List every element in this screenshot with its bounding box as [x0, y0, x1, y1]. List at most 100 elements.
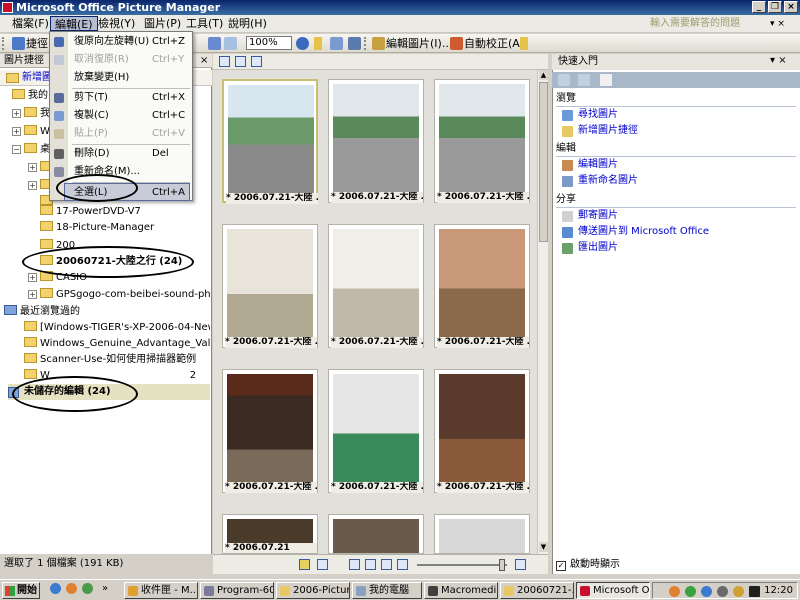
menu-item-rename[interactable]: 重新命名(M)...: [50, 163, 192, 181]
expand-icon[interactable]: +: [12, 109, 21, 118]
tray-icon[interactable]: [701, 586, 712, 597]
toolbar-options-icon[interactable]: [314, 37, 322, 50]
add-shortcut-link[interactable]: 新增圖片捷徑: [562, 124, 638, 138]
filmstrip-view-icon[interactable]: [235, 56, 246, 67]
thumbnail[interactable]: * 2006.07.21-大陸 ...: [222, 79, 318, 204]
auto-correct-button[interactable]: 自動校正(A): [464, 36, 524, 51]
help-question-box[interactable]: 輸入需要解答的問題: [650, 17, 768, 31]
unsaved-edits-item[interactable]: 未儲存的編輯 (24): [8, 384, 210, 400]
menu-tools[interactable]: 工具(T): [182, 16, 227, 31]
zoom-help-icon[interactable]: [296, 37, 309, 50]
thumbnail[interactable]: [434, 514, 530, 554]
menu-picture[interactable]: 圖片(P): [140, 16, 185, 31]
tray-icon[interactable]: [685, 586, 696, 597]
expand-icon[interactable]: +: [28, 181, 37, 190]
menu-edit[interactable]: 編輯(E): [50, 16, 98, 31]
thumbnail-view-icon[interactable]: [219, 56, 230, 67]
ie-icon[interactable]: [50, 583, 61, 594]
email-pictures-link[interactable]: 郵寄圖片: [562, 209, 618, 223]
start-button[interactable]: 開始: [2, 582, 40, 599]
back-icon[interactable]: [558, 74, 570, 86]
menu-item-redo[interactable]: 取消復原(R) Ctrl+Y: [50, 51, 192, 69]
toolbar-grip[interactable]: [2, 37, 7, 50]
tree-item[interactable]: 200: [0, 238, 210, 254]
clock[interactable]: 12:20: [764, 584, 793, 598]
expand-icon[interactable]: +: [28, 163, 37, 172]
zoom-in-icon[interactable]: [515, 559, 526, 570]
tree-item-trip-folder[interactable]: 20060721-大陸之行 (24): [0, 254, 210, 270]
thumbnail[interactable]: * 2006.07.21-大陸 ...: [328, 369, 424, 493]
thumbnail[interactable]: * 2006.07.21-大陸 ...: [328, 79, 424, 203]
task-my-computer[interactable]: 我的電腦: [352, 582, 422, 599]
thumbnail-view-icon[interactable]: [330, 37, 343, 50]
thumbnail[interactable]: * 2006.07.21-大陸 ...: [434, 369, 530, 493]
thumbnail[interactable]: * 2006.07.21-大陸 ...: [434, 224, 530, 348]
zoom-slider[interactable]: [417, 564, 507, 566]
gallery-scrollbar[interactable]: ▲ ▼: [537, 70, 548, 554]
checkbox-checked-icon[interactable]: ✓: [556, 561, 566, 571]
shortcuts-button[interactable]: 捷徑: [26, 36, 48, 51]
zoom-slider-thumb[interactable]: [499, 559, 505, 571]
thumbnail-mode-icon[interactable]: [299, 559, 310, 570]
close-button[interactable]: ×: [784, 1, 798, 13]
tray-icon[interactable]: [717, 586, 728, 597]
forward-icon[interactable]: [578, 74, 590, 86]
tray-icon[interactable]: [749, 586, 760, 597]
recent-item[interactable]: W 2: [0, 368, 210, 384]
zoom-out-icon[interactable]: [397, 559, 408, 570]
send-to-office-link[interactable]: 傳送圖片到 Microsoft Office: [562, 225, 709, 239]
rotate-right-icon[interactable]: [224, 37, 237, 50]
recent-item[interactable]: [Windows-TIGER's-XP-2006-04-New-ISO]: [0, 320, 210, 336]
minimize-button[interactable]: _: [752, 1, 766, 13]
zoom-select[interactable]: 100%: [246, 36, 292, 50]
rename-pictures-link[interactable]: 重新命名圖片: [562, 174, 638, 188]
tree-item-gpsgogo[interactable]: + GPSgogo-com-beibei-sound-php: [0, 287, 210, 303]
edit-pictures-link[interactable]: 編輯圖片: [562, 158, 618, 172]
tree-item-casio[interactable]: + CASIO: [0, 270, 210, 286]
tree-item-picture-manager[interactable]: 18-Picture-Manager: [0, 220, 210, 236]
expand-icon[interactable]: +: [28, 290, 37, 299]
task-inbox[interactable]: 收件匣 - M...: [124, 582, 198, 599]
task-picture-manager[interactable]: Microsoft O...: [576, 582, 650, 599]
restore-button[interactable]: ❐: [768, 1, 782, 13]
scroll-down-icon[interactable]: ▼: [539, 542, 548, 552]
task-2006-pictures[interactable]: 2006-Pictures: [276, 582, 350, 599]
quicklaunch-icon[interactable]: [82, 583, 93, 594]
export-pictures-link[interactable]: 匯出圖片: [562, 241, 618, 255]
task-macromedia[interactable]: Macromedi...: [424, 582, 498, 599]
quicklaunch-icon[interactable]: [66, 583, 77, 594]
keyboard-icon[interactable]: [381, 559, 392, 570]
rotate-left-icon[interactable]: [208, 37, 221, 50]
expand-icon[interactable]: +: [28, 273, 37, 282]
task-pane-options-icon[interactable]: ▾ ×: [770, 55, 787, 66]
home-icon[interactable]: [600, 74, 612, 86]
recent-header[interactable]: 最近瀏覽過的: [0, 304, 210, 320]
menu-item-cut[interactable]: 剪下(T) Ctrl+X: [50, 89, 192, 107]
rotate-icon[interactable]: [365, 559, 376, 570]
task-program[interactable]: Program-60...: [200, 582, 274, 599]
filmstrip-view-icon[interactable]: [348, 37, 361, 50]
pen-icon[interactable]: [349, 559, 360, 570]
thumbnail[interactable]: * 2006.07.21: [222, 514, 318, 554]
thumbnail[interactable]: * 2006.07.21-大陸 ...: [222, 224, 318, 348]
thumbnail[interactable]: * 2006.07.21-大陸 ...: [434, 79, 530, 203]
volume-icon[interactable]: [733, 586, 744, 597]
menu-item-discard[interactable]: 放棄變更(H): [50, 69, 192, 87]
expand-icon[interactable]: +: [12, 127, 21, 136]
menu-item-undo[interactable]: 復原向左旋轉(U) Ctrl+Z: [50, 33, 192, 51]
scroll-thumb[interactable]: [539, 82, 548, 242]
menu-view[interactable]: 檢視(Y): [94, 16, 139, 31]
recent-item[interactable]: Scanner-Use-如何使用掃描器範例: [0, 352, 210, 368]
recent-item[interactable]: Windows_Genuine_Advantage_Validation_To: [0, 336, 210, 352]
scroll-up-icon[interactable]: ▲: [539, 70, 548, 80]
menu-item-select-all[interactable]: 全選(L) Ctrl+A: [64, 183, 190, 201]
find-pictures-link[interactable]: 尋找圖片: [562, 108, 618, 122]
document-close-icon[interactable]: ▾ ×: [770, 18, 796, 30]
thumbnail[interactable]: * 2006.07.21-大陸 ...: [222, 369, 318, 493]
toolbar-options-icon[interactable]: [520, 37, 528, 50]
collapse-icon[interactable]: −: [12, 145, 21, 154]
thumbnail[interactable]: * 2006.07.21-大陸 ...: [328, 224, 424, 348]
tree-item-powerdvd[interactable]: 17-PowerDVD-V7: [0, 204, 210, 220]
tray-icon[interactable]: [669, 586, 680, 597]
menu-item-delete[interactable]: 刪除(D) Del: [50, 145, 192, 163]
